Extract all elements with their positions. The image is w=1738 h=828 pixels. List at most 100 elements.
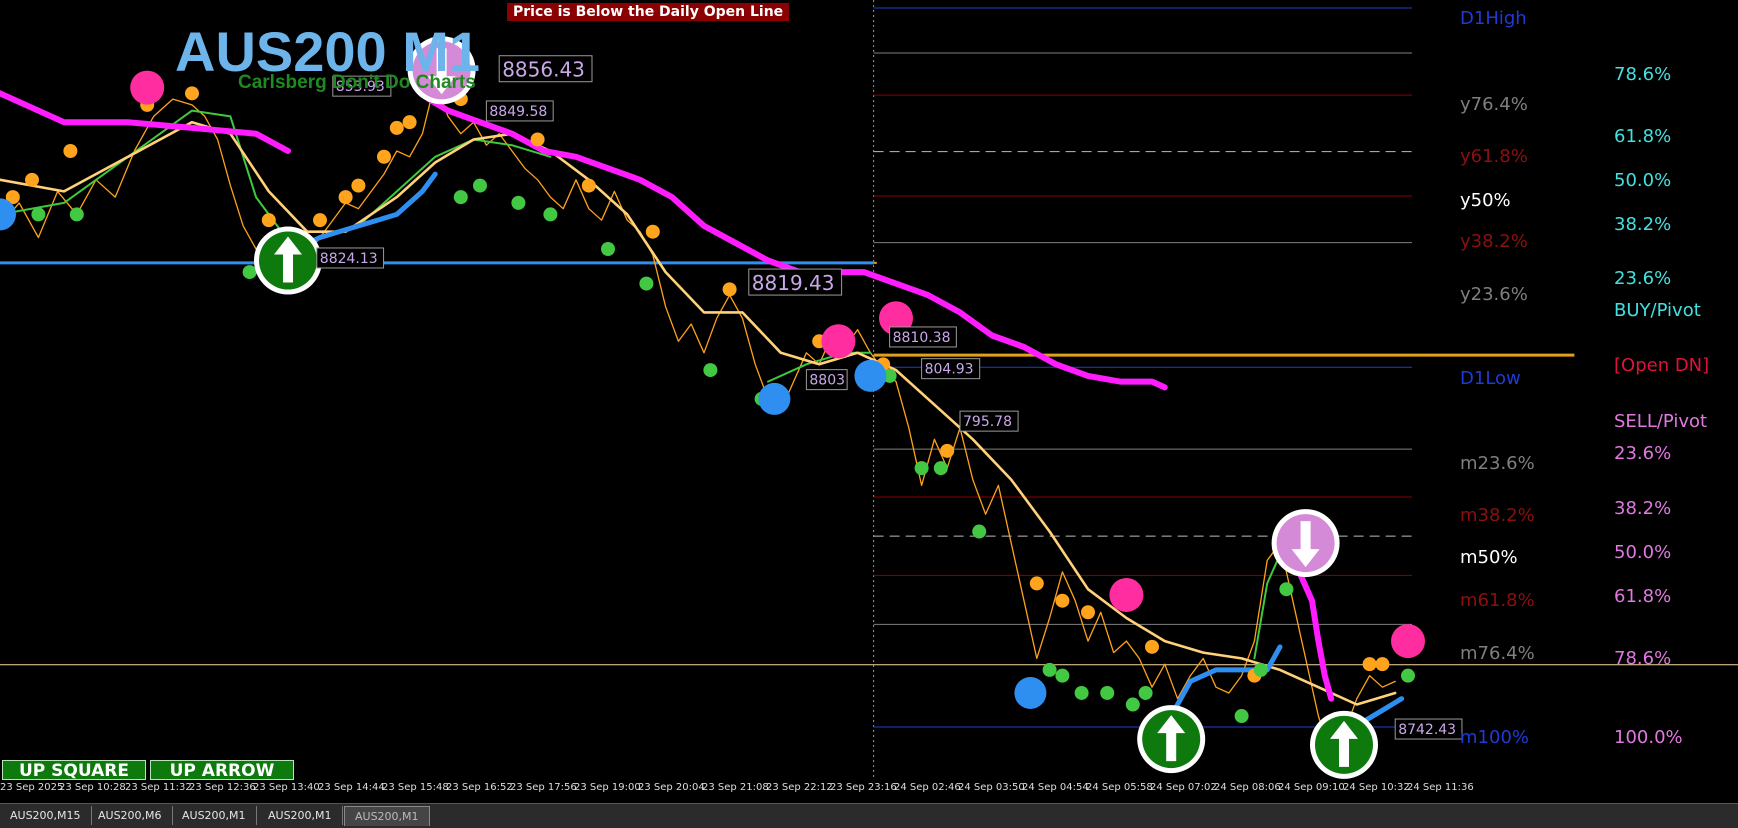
chart-tab[interactable]: AUS200,M15 xyxy=(0,806,92,825)
sell-signal-dot xyxy=(722,282,737,297)
buy-signal-dot xyxy=(69,207,84,222)
time-axis-label: 23 Sep 17:56 xyxy=(510,782,577,793)
blue-signal-dot xyxy=(1014,676,1047,709)
level-label-5: y23.6% xyxy=(1460,284,1528,305)
level-percent-9: 38.2% xyxy=(1614,498,1672,519)
sell-signal-dot xyxy=(1145,639,1159,654)
sell-signal-dot xyxy=(338,190,353,205)
time-axis-label: 23 Sep 2025 xyxy=(0,782,64,793)
chart-tab[interactable]: AUS200,M6 xyxy=(88,806,173,825)
level-label-1: y76.4% xyxy=(1460,94,1528,115)
level-label-12: m100% xyxy=(1460,727,1529,748)
level-percent-6: [Open DN] xyxy=(1614,355,1710,376)
time-axis-label: 24 Sep 07:02 xyxy=(1150,782,1217,793)
buy-signal-dot xyxy=(511,195,526,210)
sell-signal-dot xyxy=(1081,605,1095,620)
chart-tab-bar: AUS200,M15 AUS200,M6 AUS200,M1 AUS200,M1 AUS… xyxy=(0,803,1738,828)
buy-signal-dot xyxy=(914,461,929,476)
sell-signal-dot xyxy=(940,443,955,458)
time-axis: 23 Sep 2025 23 Sep 10:28 23 Sep 11:32 23 Se… xyxy=(0,780,1738,800)
sell-signal-dot xyxy=(1375,657,1390,672)
chart-tab[interactable]: AUS200,M1 xyxy=(344,806,430,826)
buy-signal-dot xyxy=(1055,668,1070,683)
pink-signal-dot xyxy=(821,324,856,359)
buy-signal-dot xyxy=(972,524,987,539)
time-axis-label: 23 Sep 23:16 xyxy=(830,782,897,793)
time-axis-label: 23 Sep 20:04 xyxy=(638,782,705,793)
pink-signal-dot xyxy=(1109,577,1144,612)
level-label-10: m61.8% xyxy=(1460,590,1535,611)
time-axis-label: 23 Sep 13:40 xyxy=(253,782,320,793)
sell-signal-dot xyxy=(530,132,545,147)
sell-signal-dot xyxy=(1362,657,1377,672)
price-chart[interactable]: 853.93 8856.43 8849.58 8824.13 8819.43 8810.3… xyxy=(0,0,1738,800)
daily-open-status-banner: Price is Below the Daily Open Line xyxy=(507,3,790,21)
level-label-0: D1High xyxy=(1460,8,1527,29)
up-arrow-button[interactable]: UP ARROW xyxy=(150,760,294,781)
sell-signal-dot xyxy=(377,149,391,164)
price-label: 8824.13 xyxy=(320,251,378,267)
time-axis-label: 23 Sep 11:32 xyxy=(125,782,192,793)
buy-signal-dot xyxy=(1279,582,1294,597)
pink-signal-dot xyxy=(130,70,165,105)
price-label: 8803 xyxy=(809,373,845,389)
buy-signal-dot xyxy=(601,242,615,257)
blue-signal-dot xyxy=(854,359,887,392)
price-label: 8849.58 xyxy=(489,104,547,120)
level-percent-8: 23.6% xyxy=(1614,443,1672,464)
series-slow-ma-4 xyxy=(0,120,1397,706)
buy-signal-dot xyxy=(1401,668,1415,683)
up-square-button[interactable]: UP SQUARE xyxy=(2,760,146,781)
time-axis-label: 23 Sep 15:48 xyxy=(382,782,449,793)
time-axis-label: 24 Sep 10:32 xyxy=(1343,782,1410,793)
price-label: 795.78 xyxy=(963,414,1012,430)
level-percent-7: SELL/Pivot xyxy=(1614,411,1708,432)
time-axis-label: 23 Sep 12:36 xyxy=(189,782,256,793)
price-label: 8742.43 xyxy=(1398,722,1456,738)
level-percent-12: 78.6% xyxy=(1614,648,1672,669)
level-percent-13: 100.0% xyxy=(1614,727,1683,748)
buy-signal-dot xyxy=(639,276,654,291)
time-axis-label: 24 Sep 05:58 xyxy=(1086,782,1153,793)
time-axis-label: 23 Sep 16:52 xyxy=(446,782,513,793)
buy-signal-dot xyxy=(1100,685,1115,700)
level-percent-2: 50.0% xyxy=(1614,170,1672,191)
sell-signal-dot xyxy=(185,86,199,101)
sell-signal-dot xyxy=(581,178,596,193)
sell-signal-dot xyxy=(313,213,327,228)
series-fast-ma-1 xyxy=(0,109,552,250)
sell-signal-dot xyxy=(389,120,404,135)
sell-signal-dot xyxy=(1029,576,1044,591)
time-axis-label: 24 Sep 08:06 xyxy=(1214,782,1281,793)
time-axis-label: 24 Sep 04:54 xyxy=(1022,782,1089,793)
level-label-9: m50% xyxy=(1460,547,1518,568)
sell-signal-dot xyxy=(1055,593,1070,608)
buy-signal-dot xyxy=(703,363,718,378)
level-percent-4: 23.6% xyxy=(1614,268,1672,289)
chart-tab[interactable]: AUS200,M1 xyxy=(258,806,343,825)
chart-tab[interactable]: AUS200,M1 xyxy=(172,806,257,825)
time-axis-label: 24 Sep 11:36 xyxy=(1407,782,1474,793)
series-price-0 xyxy=(0,81,1396,758)
time-axis-label: 23 Sep 19:00 xyxy=(574,782,641,793)
sell-signal-dot xyxy=(402,115,417,130)
buy-signal-dot xyxy=(1125,697,1140,712)
level-percent-10: 50.0% xyxy=(1614,542,1672,563)
time-axis-label: 24 Sep 02:46 xyxy=(894,782,961,793)
buy-signal-dot xyxy=(31,207,46,222)
price-label: 804.93 xyxy=(925,362,974,378)
level-label-4: y38.2% xyxy=(1460,231,1528,252)
level-percent-0: 78.6% xyxy=(1614,64,1672,85)
price-label: 8819.43 xyxy=(752,271,835,295)
sell-signal-dot xyxy=(261,213,276,228)
time-axis-label: 23 Sep 10:28 xyxy=(59,782,126,793)
tagline: Carlsberg Don't Do Charts xyxy=(238,72,476,93)
buy-signal-dot xyxy=(1074,685,1089,700)
level-label-7: m23.6% xyxy=(1460,453,1535,474)
level-label-3: y50% xyxy=(1460,190,1511,211)
blue-signal-dot xyxy=(758,382,791,415)
buy-signal-dot xyxy=(1138,685,1153,700)
buy-signal-dot xyxy=(473,178,487,193)
price-label: 8810.38 xyxy=(893,330,951,346)
sell-signal-dot xyxy=(63,143,78,158)
